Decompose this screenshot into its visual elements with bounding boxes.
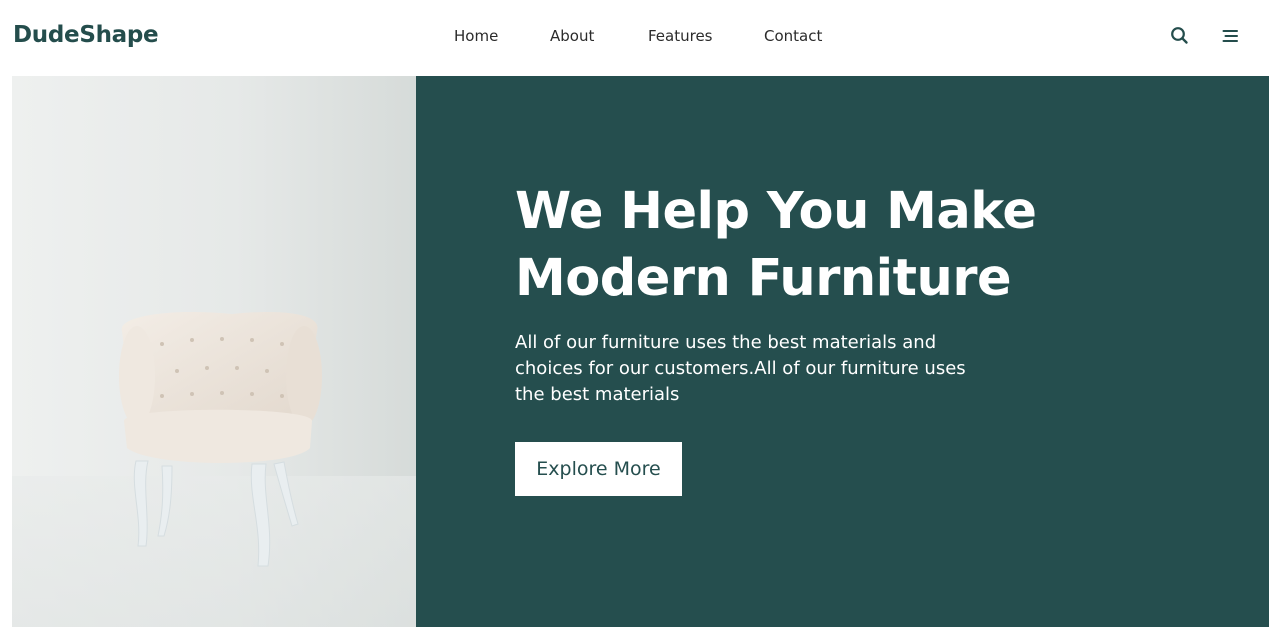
hero-panel: We Help You Make Modern Furniture All of… [416, 76, 1269, 627]
menu-icon [1222, 30, 1238, 42]
section-divider [0, 627, 1280, 640]
explore-more-button[interactable]: Explore More [515, 442, 682, 496]
main-nav: Home About Features Contact [0, 27, 1280, 47]
menu-button[interactable] [1221, 26, 1241, 46]
armchair-illustration [12, 311, 416, 627]
nav-link-home[interactable]: Home [454, 27, 498, 45]
search-button[interactable] [1170, 26, 1190, 46]
hero-description: All of our furniture uses the best mater… [515, 332, 966, 405]
nav-link-features[interactable]: Features [648, 27, 713, 45]
search-icon [1171, 27, 1188, 44]
hero-title: We Help You Make Modern Furniture [515, 182, 1037, 308]
nav-link-about[interactable]: About [550, 27, 594, 45]
nav-link-contact[interactable]: Contact [764, 27, 822, 45]
site-header: DudeShape Home About Features Contact [0, 0, 1280, 76]
hero-image [12, 76, 416, 627]
